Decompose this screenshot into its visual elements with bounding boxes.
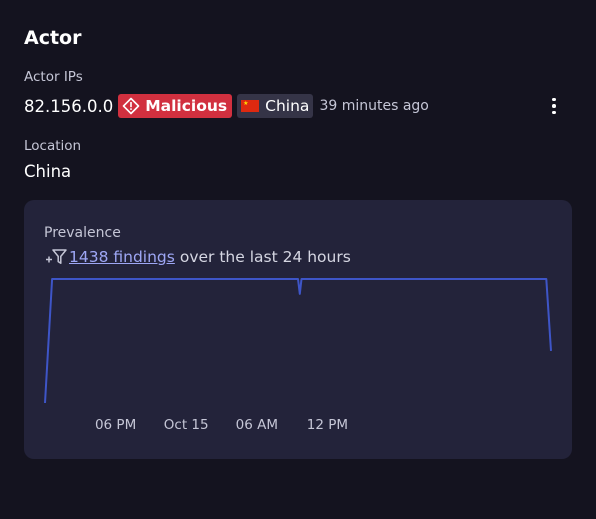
x-tick-label: Oct 15 [164, 417, 209, 433]
x-tick-label: 06 PM [95, 417, 136, 433]
prevalence-series-line [44, 278, 552, 404]
x-tick-label: 06 AM [236, 417, 278, 433]
prevalence-card: Prevalence 1438 findings over the last 2… [24, 200, 572, 459]
location-label: Location [24, 138, 82, 154]
location-value: China [24, 162, 72, 181]
kebab-menu-icon[interactable] [542, 94, 566, 118]
x-tick-label: 12 PM [307, 417, 348, 433]
section-title: Actor [24, 27, 82, 49]
country-badge: ★ China [237, 94, 314, 118]
prevalence-chart: 06 PM Oct 15 06 AM 12 PM [44, 278, 552, 433]
china-flag-icon: ★ [241, 100, 260, 112]
warning-diamond-icon [122, 97, 140, 115]
country-label: China [265, 97, 310, 115]
last-seen-timestamp: 39 minutes ago [319, 98, 429, 114]
verdict-label: Malicious [145, 97, 228, 115]
actor-ip-row: 82.156.0.0 Malicious ★ China 39 minutes … [24, 93, 429, 119]
actor-ip-value[interactable]: 82.156.0.0 [24, 97, 113, 116]
actor-ips-label: Actor IPs [24, 69, 83, 85]
verdict-badge: Malicious [118, 94, 233, 118]
